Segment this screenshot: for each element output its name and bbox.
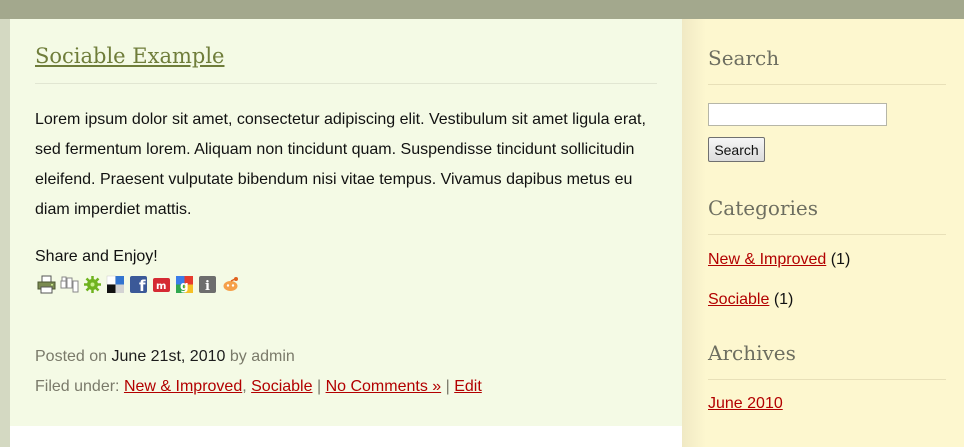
edit-link[interactable]: Edit (454, 378, 482, 395)
category-item: New & Improved (1) (708, 251, 850, 269)
search-heading: Search (708, 46, 780, 70)
search-heading-divider (708, 84, 946, 85)
svg-text:g: g (180, 279, 189, 293)
by-label: by (229, 348, 247, 365)
category-link-new-improved[interactable]: New & Improved (124, 378, 242, 395)
reddit-icon[interactable] (221, 275, 240, 294)
post-meta-posted: Posted on June 21st, 2010 by admin (35, 348, 295, 366)
archive-item: June 2010 (708, 395, 783, 413)
content-bottom-strip (10, 426, 682, 447)
archives-heading: Archives (708, 341, 796, 365)
categories-heading-divider (708, 234, 946, 235)
category-item: Sociable (1) (708, 291, 793, 309)
facebook-icon[interactable]: f (129, 275, 148, 294)
archives-heading-divider (708, 379, 946, 380)
post-body-text: Lorem ipsum dolor sit amet, consectetur … (35, 111, 646, 218)
search-input[interactable] (708, 103, 887, 126)
mixx-icon[interactable]: m (152, 275, 171, 294)
category-link-new-improved[interactable]: New & Improved (708, 251, 826, 268)
meta-separator: | (445, 378, 450, 395)
svg-text:i: i (205, 279, 210, 294)
svg-text:f: f (139, 277, 146, 294)
category-count: (1) (773, 291, 794, 308)
post-meta-filed: Filed under: New & Improved, Sociable | … (35, 378, 482, 396)
category-count: (1) (830, 251, 851, 268)
share-label: Share and Enjoy! (35, 248, 158, 265)
post-author: admin (251, 348, 295, 365)
search-button[interactable]: Search (708, 137, 765, 162)
share-icons-row: f m g i (37, 275, 240, 295)
digg-icon[interactable] (60, 275, 79, 294)
sphinn-icon[interactable] (83, 275, 102, 294)
comments-link[interactable]: No Comments » (326, 378, 442, 395)
print-icon[interactable] (37, 275, 56, 294)
identica-icon[interactable]: i (198, 275, 217, 294)
category-link-sociable[interactable]: Sociable (251, 378, 312, 395)
categories-heading: Categories (708, 196, 818, 220)
post-content-area: Sociable Example Lorem ipsum dolor sit a… (10, 19, 682, 426)
meta-separator: | (316, 378, 322, 395)
delicious-icon[interactable] (106, 275, 125, 294)
category-link-sociable[interactable]: Sociable (708, 291, 769, 308)
title-divider (35, 83, 657, 84)
archive-link-june-2010[interactable]: June 2010 (708, 395, 783, 412)
post-date: June 21st, 2010 (111, 348, 226, 365)
posted-on-label: Posted on (35, 348, 108, 365)
svg-text:m: m (156, 281, 166, 292)
filed-under-label: Filed under: (35, 378, 120, 395)
post-title-link[interactable]: Sociable Example (35, 44, 224, 68)
sidebar: Search Search Categories New & Improved … (682, 19, 964, 447)
google-bookmarks-icon[interactable]: g (175, 275, 194, 294)
top-bar (0, 0, 964, 19)
category-comma: , (242, 378, 247, 395)
